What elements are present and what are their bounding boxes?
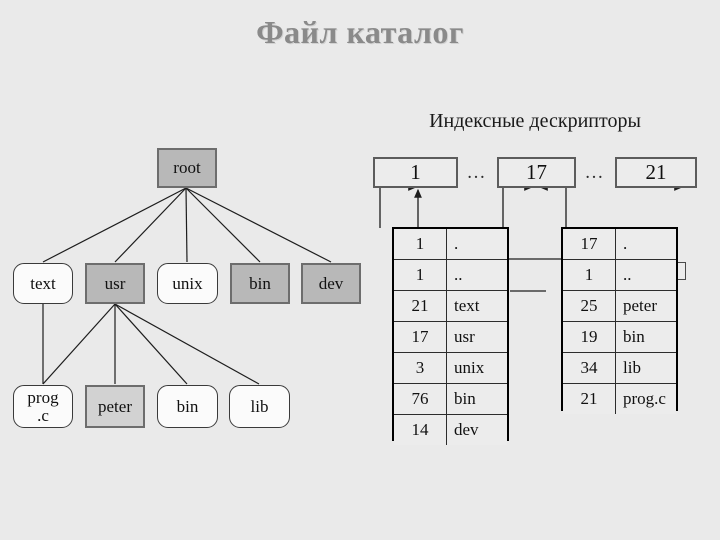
cell-inode: 21: [563, 383, 616, 414]
cell-name: bin: [446, 383, 507, 415]
cell-inode: 17: [563, 229, 616, 260]
cell-name: dev: [446, 414, 507, 445]
tree-node-label: bin: [249, 273, 271, 293]
cell-name: bin: [615, 321, 676, 353]
cell-inode: 25: [563, 290, 616, 322]
cell-inode: 14: [394, 414, 447, 445]
tree-node-label: dev: [318, 273, 344, 293]
tree-node-label: root: [173, 158, 201, 178]
cell-name: .: [615, 229, 676, 260]
table-row[interactable]: 14 dev: [394, 414, 507, 445]
table-row[interactable]: 21 prog.c: [563, 383, 676, 414]
cell-inode: 34: [563, 352, 616, 384]
inode-label: 21: [645, 160, 667, 184]
inode-box-1[interactable]: 1: [373, 157, 458, 188]
cell-inode: 76: [394, 383, 447, 415]
table-row[interactable]: 76 bin: [394, 383, 507, 415]
tree-node-peter[interactable]: peter: [85, 385, 145, 428]
inode-box-17[interactable]: 17: [497, 157, 576, 188]
tree-node-lib[interactable]: lib: [229, 385, 290, 428]
table-row[interactable]: 3 unix: [394, 352, 507, 384]
table-row[interactable]: 19 bin: [563, 321, 676, 353]
cell-name: peter: [615, 290, 676, 322]
table-row[interactable]: 1 ..: [394, 259, 507, 291]
tree-node-bin-root[interactable]: bin: [230, 263, 290, 304]
cell-inode: 1: [394, 259, 447, 291]
tree-node-label: peter: [98, 396, 132, 416]
clip-marker-icon: [678, 262, 686, 280]
root-directory-rows: 1 . 1 .. 21 text 17 usr 3 unix 76 bin 14…: [394, 229, 507, 445]
tree-node-dev[interactable]: dev: [301, 263, 361, 304]
cell-name: prog.c: [615, 383, 676, 414]
cell-inode: 1: [394, 229, 447, 260]
slide-canvas: Файл каталог Индексные дескрипторы root …: [0, 0, 720, 540]
table-row[interactable]: 1 ..: [563, 259, 676, 291]
inode-label: 17: [526, 160, 547, 184]
tree-node-label: unix: [172, 273, 203, 293]
table-row[interactable]: 21 text: [394, 290, 507, 322]
tree-node-label-line2: .c: [37, 405, 49, 425]
cell-name: ..: [615, 259, 676, 291]
tree-node-text[interactable]: text: [13, 263, 73, 304]
inode-label: 1: [410, 160, 421, 184]
cell-inode: 21: [394, 290, 447, 322]
cell-name: unix: [446, 352, 507, 384]
cell-inode: 17: [394, 321, 447, 353]
inode-ellipsis-2: …: [584, 161, 606, 183]
tree-node-root[interactable]: root: [157, 148, 217, 188]
cell-name: lib: [615, 352, 676, 384]
usr-directory-table: 17 . 1 .. 25 peter 19 bin 34 lib 21 prog…: [561, 227, 678, 414]
table-row[interactable]: 1 .: [394, 229, 507, 260]
tree-node-label: lib: [250, 396, 269, 416]
cell-inode: 19: [563, 321, 616, 353]
table-row[interactable]: 25 peter: [563, 290, 676, 322]
table-row[interactable]: 17 usr: [394, 321, 507, 353]
cell-name: text: [446, 290, 507, 322]
cell-name: usr: [446, 321, 507, 353]
tree-node-unix[interactable]: unix: [157, 263, 218, 304]
tree-node-prog-c[interactable]: prog .c: [13, 385, 73, 428]
tree-node-label: text: [30, 273, 56, 293]
tree-node-label: bin: [176, 396, 199, 416]
cell-inode: 3: [394, 352, 447, 384]
root-directory-table: 1 . 1 .. 21 text 17 usr 3 unix 76 bin 14…: [392, 227, 509, 445]
tree-node-usr[interactable]: usr: [85, 263, 145, 304]
table-row[interactable]: 34 lib: [563, 352, 676, 384]
cell-name: ..: [446, 259, 507, 291]
cell-name: .: [446, 229, 507, 260]
tree-node-label: usr: [104, 273, 126, 293]
usr-directory-rows: 17 . 1 .. 25 peter 19 bin 34 lib 21 prog…: [563, 229, 676, 414]
table-row[interactable]: 17 .: [563, 229, 676, 260]
cell-inode: 1: [563, 259, 616, 291]
inode-ellipsis-1: …: [466, 161, 488, 183]
tree-node-label-line1: prog: [27, 388, 59, 407]
tree-node-bin-usr[interactable]: bin: [157, 385, 218, 428]
inode-box-21[interactable]: 21: [615, 157, 697, 188]
